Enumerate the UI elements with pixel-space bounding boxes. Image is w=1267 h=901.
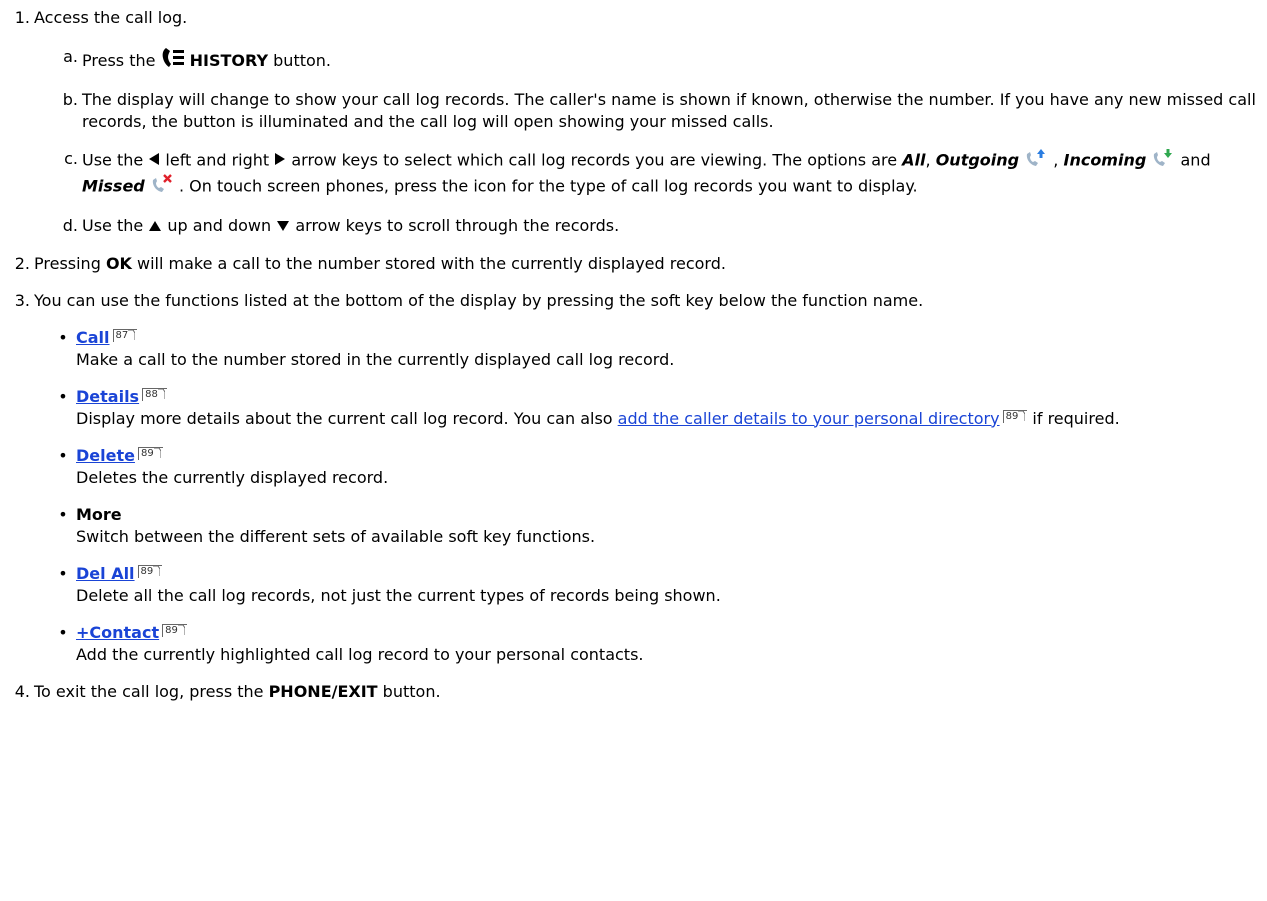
page-reference: 87 [112, 329, 138, 343]
page-ref-icon [1018, 411, 1026, 422]
step-number: 3. [14, 290, 30, 310]
list-item: • Call 87 Make a call to the number store… [58, 327, 675, 369]
add-caller-details-link[interactable]: add the caller details to your personal … [618, 409, 1000, 428]
substep-number: a. [63, 47, 78, 66]
list-item: • Del All 89 Delete all the call log reco… [58, 563, 721, 605]
page-reference: 89 [137, 565, 163, 579]
page-reference: 89 [162, 624, 187, 638]
left-arrow-icon [148, 150, 160, 172]
down-arrow-icon [276, 216, 290, 238]
step-number: 2. [14, 253, 30, 273]
substep-c: c. Use the left and right arrow keys to … [0, 148, 1267, 200]
incoming-call-icon [1151, 148, 1175, 174]
page-ref-icon [153, 566, 161, 577]
step-4: 4. To exit the call log, press the PHONE… [0, 681, 1267, 703]
up-arrow-icon [148, 216, 162, 238]
substep-number: b. [62, 90, 78, 109]
page-reference: 89 [1002, 410, 1028, 424]
details-link[interactable]: Details [76, 387, 139, 406]
list-item: • More Switch between the different sets… [58, 504, 596, 546]
call-link[interactable]: Call [76, 328, 110, 347]
substep-d: d. Use the up and down arrow keys to scr… [0, 215, 1267, 238]
step-text: Access the call log. [34, 8, 188, 27]
page-reference: 88 [142, 388, 167, 402]
list-item: • Details 88 Display more details about t… [58, 386, 1120, 428]
step-number: 4. [14, 681, 30, 701]
step-3: 3. You can use the functions listed at t… [0, 290, 1267, 312]
add-contact-link[interactable]: +Contact [76, 623, 159, 642]
document-body: 1. Access the call log. a. Press the HIS… [0, 0, 1267, 703]
page-ref-icon [177, 625, 185, 636]
substep-number: c. [64, 149, 78, 168]
function-description: Switch between the different sets of ava… [76, 526, 596, 546]
list-item: • Delete 89 Deletes the currently display… [58, 445, 389, 487]
step-1: 1. Access the call log. [0, 7, 1267, 29]
more-label: More [76, 504, 122, 524]
history-phone-icon [161, 46, 185, 74]
right-arrow-icon [274, 150, 286, 172]
page-ref-icon [153, 448, 161, 459]
page-reference: 89 [137, 447, 163, 461]
substep-a: a. Press the HISTORY button. [0, 46, 1267, 74]
list-item: • +Contact 89 Add the currently highlight… [58, 622, 644, 664]
function-description: Make a call to the number stored in the … [76, 349, 675, 369]
delete-link[interactable]: Delete [76, 446, 135, 465]
function-description: Add the currently highlighted call log r… [76, 644, 644, 664]
function-description: Display more details about the current c… [76, 408, 1120, 428]
function-list: • Call 87 Make a call to the number store… [50, 327, 1267, 666]
step-number: 1. [14, 8, 30, 27]
page-ref-icon [128, 330, 136, 341]
substep-number: d. [62, 216, 78, 235]
del-all-link[interactable]: Del All [76, 564, 135, 583]
page-ref-icon [157, 389, 165, 400]
missed-call-icon [150, 174, 174, 200]
function-description: Delete all the call log records, not jus… [76, 585, 721, 605]
function-description: Deletes the currently displayed record. [76, 467, 389, 487]
substep-b: b. The display will change to show your … [0, 89, 1267, 133]
outgoing-call-icon [1024, 148, 1048, 174]
step-2: 2. Pressing OK will make a call to the n… [0, 253, 1267, 275]
